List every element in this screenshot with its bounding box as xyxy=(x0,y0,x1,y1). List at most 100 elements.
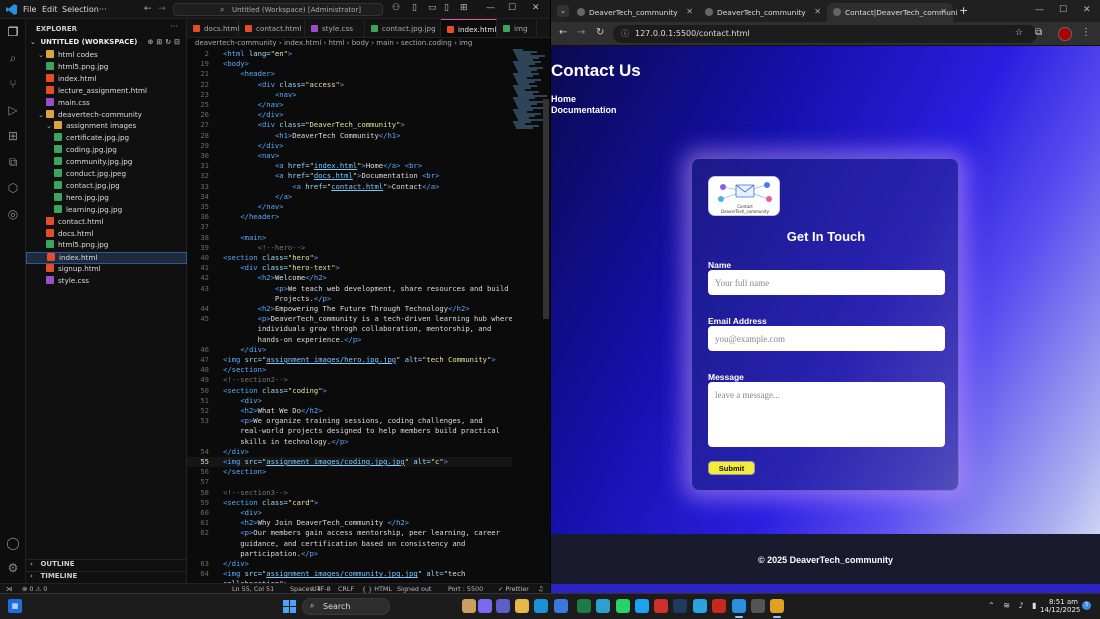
browser-tab-1[interactable]: DeaverTech_community ✕ xyxy=(571,3,699,22)
tree-file[interactable]: certificate.jpg.jpg xyxy=(26,133,187,145)
reload-icon[interactable]: ↻ xyxy=(596,27,604,38)
code-line[interactable]: 30 <nav> xyxy=(187,151,512,161)
code-line[interactable]: 59 <section class="card"> xyxy=(187,498,512,508)
code-line[interactable]: participation.</p> xyxy=(187,549,512,559)
code-line[interactable]: 49 <!--section2--> xyxy=(187,375,512,385)
photoshop-icon[interactable] xyxy=(673,599,687,613)
code-line[interactable]: 41 <div class="hero-text"> xyxy=(187,263,512,273)
code-line[interactable]: 27 <div class="DeaverTech_community"> xyxy=(187,120,512,130)
code-line[interactable]: 60 <div> xyxy=(187,508,512,518)
extensions-icon[interactable]: ⊞ xyxy=(6,129,20,143)
code-line[interactable]: 55 <img src="assignment images/coding.jpg… xyxy=(187,457,512,468)
code-line[interactable]: 51 <div> xyxy=(187,396,512,406)
code-line[interactable]: 52 <h2>What We Do</h2> xyxy=(187,406,512,416)
code-line[interactable]: 22 <div class="access"> xyxy=(187,80,512,90)
code-line[interactable]: 35 </nav> xyxy=(187,202,512,212)
tree-folder[interactable]: ⌄ deavertech-community xyxy=(26,109,187,122)
browser-tab-2[interactable]: DeaverTech_community ✕ xyxy=(699,3,827,22)
menu-more-icon[interactable]: ··· xyxy=(99,5,107,14)
tab-search-icon[interactable]: ⌄ xyxy=(557,5,569,17)
tree-file[interactable]: coding.jpg.jpg xyxy=(26,145,187,157)
timeline-section[interactable]: › TIMELINE xyxy=(26,571,187,583)
name-input[interactable] xyxy=(708,270,945,295)
signed-out-status[interactable]: Signed out xyxy=(397,585,431,593)
tree-file[interactable]: html5.png.jpg xyxy=(26,61,187,74)
code-line[interactable]: 37 xyxy=(187,222,512,232)
code-line[interactable]: 43 <p>We teach web development, share re… xyxy=(187,284,512,294)
code-line[interactable]: 23 <nav> xyxy=(187,90,512,100)
message-textarea[interactable] xyxy=(708,382,945,447)
email-input[interactable] xyxy=(708,326,945,351)
code-line[interactable]: 48 </section> xyxy=(187,365,512,375)
layout-sidebar-icon[interactable]: ▯ xyxy=(412,3,417,13)
code-line[interactable]: 54 </div> xyxy=(187,447,512,457)
run-debug-icon[interactable]: ▷ xyxy=(6,103,20,117)
editor-tab[interactable]: img xyxy=(497,19,537,37)
editor-tab[interactable]: style.css xyxy=(305,19,365,37)
code-line[interactable]: 63 </div> xyxy=(187,559,512,569)
explorer-icon[interactable]: ❐ xyxy=(6,25,20,39)
code-line[interactable]: 32 <a href="docs.html">Documentation <br… xyxy=(187,171,512,181)
site-info-icon[interactable]: ⓘ xyxy=(621,28,629,39)
acrobat-icon[interactable] xyxy=(712,599,726,613)
tree-file[interactable]: main.css xyxy=(26,97,187,110)
code-line[interactable]: 34 </a> xyxy=(187,192,512,202)
edge-icon[interactable] xyxy=(534,599,548,613)
browser-minimize-icon[interactable]: — xyxy=(1035,5,1044,15)
code-line[interactable]: 58 <!--section3--> xyxy=(187,488,512,498)
tab-close-icon[interactable]: ✕ xyxy=(814,7,821,16)
twitter-icon[interactable] xyxy=(635,599,649,613)
tree-folder[interactable]: ⌄ html codes xyxy=(26,50,187,62)
teams-icon[interactable] xyxy=(496,599,510,613)
minimize-icon[interactable]: — xyxy=(486,3,495,13)
code-line[interactable]: 46 </div> xyxy=(187,345,512,355)
chrome-icon[interactable] xyxy=(770,599,784,618)
code-line[interactable]: 38 <main> xyxy=(187,233,512,243)
clock-time[interactable]: 8:51 am xyxy=(1046,598,1078,606)
code-line[interactable]: Projects.</p> xyxy=(187,294,512,304)
menu-file[interactable]: File xyxy=(23,5,36,14)
explorer-more-icon[interactable]: ··· xyxy=(170,22,178,31)
remote-indicator-icon[interactable]: ⋊ xyxy=(6,585,12,593)
maximize-icon[interactable]: ☐ xyxy=(508,3,516,13)
wordpress-icon[interactable] xyxy=(751,599,765,613)
code-line[interactable]: 2 <html lang="en"> xyxy=(187,49,512,59)
start-button[interactable] xyxy=(283,600,296,613)
code-line[interactable]: 47 <img src="assignment images/hero.jpg.j… xyxy=(187,355,512,365)
file-explorer-icon[interactable] xyxy=(515,599,529,613)
notification-badge[interactable]: 3 xyxy=(1082,601,1091,610)
taskbar-search[interactable]: ⌕ Search xyxy=(302,598,390,615)
nav-back-icon[interactable]: ← xyxy=(144,4,152,14)
code-line[interactable]: 40 <section class="hero"> xyxy=(187,253,512,263)
layout-panel-icon[interactable]: ▭ xyxy=(428,3,437,13)
forward-icon[interactable]: → xyxy=(577,27,585,38)
cursor-position[interactable]: Ln 55, Col 51 xyxy=(232,585,274,593)
code-line[interactable]: 19 <body> xyxy=(187,59,512,69)
code-line[interactable]: 36 </header> xyxy=(187,212,512,222)
nav-forward-icon[interactable]: → xyxy=(158,4,166,14)
code-line[interactable]: 53 <p>We organize training sessions, cod… xyxy=(187,416,512,426)
remote-explorer-icon[interactable]: ⧉ xyxy=(6,155,20,169)
layout-secondary-icon[interactable]: ▯ xyxy=(444,3,449,13)
code-line[interactable]: 21 <header> xyxy=(187,69,512,79)
encoding[interactable]: UTF-8 xyxy=(312,585,331,593)
menu-selection[interactable]: Selection xyxy=(62,5,99,14)
tree-folder[interactable]: ⌄ assignment images xyxy=(26,121,187,133)
whatsapp-icon[interactable] xyxy=(616,599,630,613)
editor-scrollbar[interactable] xyxy=(543,99,549,319)
editor-tab[interactable]: index.html xyxy=(441,19,497,37)
nav-link-documentation[interactable]: Documentation xyxy=(551,105,617,115)
outline-section[interactable]: › OUTLINE xyxy=(26,559,187,571)
code-line[interactable]: 42 <h2>Welcome</h2> xyxy=(187,273,512,283)
code-line[interactable]: 45 <p>DeaverTech_community is a tech-dri… xyxy=(187,314,512,324)
code-line[interactable]: individuals grow throgh collaboration, m… xyxy=(187,324,512,334)
source-control-icon[interactable]: ⑂ xyxy=(6,77,20,91)
system-tray-icons[interactable]: ⌃ ≋ ♪ ▮ xyxy=(988,601,1040,610)
excel-icon[interactable] xyxy=(577,599,591,613)
browser-menu-icon[interactable]: ⋮ xyxy=(1081,27,1091,38)
code-line[interactable]: 39 <!--hero--> xyxy=(187,243,512,253)
widgets-icon[interactable]: ▦ xyxy=(8,599,22,613)
vscode-taskbar-icon[interactable] xyxy=(732,599,746,618)
code-line[interactable]: 31 <a href="index.html">Home</a> <br> xyxy=(187,161,512,171)
bookmark-star-icon[interactable]: ☆ xyxy=(1015,28,1023,38)
